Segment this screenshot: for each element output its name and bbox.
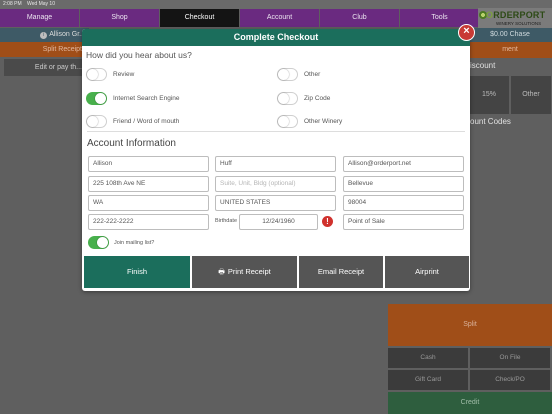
toggle-switch[interactable]: [86, 91, 107, 105]
on-file-button[interactable]: On File: [470, 348, 550, 368]
logo-tagline: WINERY SOLUTIONS: [496, 21, 542, 26]
option-label: Other: [304, 70, 321, 78]
close-icon[interactable]: ×: [458, 24, 475, 41]
option-label: Other Winery: [304, 117, 343, 125]
complete-checkout-dialog: Complete Checkout × How did you hear abo…: [82, 24, 475, 291]
source-field[interactable]: Point of Sale: [343, 214, 464, 230]
option-label: Friend / Word of mouth: [113, 117, 180, 125]
city-field[interactable]: Bellevue: [343, 176, 464, 192]
email-receipt-button[interactable]: Email Receipt: [299, 256, 383, 288]
edit-pay-button[interactable]: Edit or pay th...: [4, 59, 88, 76]
toggle-switch[interactable]: [277, 91, 298, 105]
finish-button[interactable]: Finish: [84, 256, 190, 288]
country-field[interactable]: UNITED STATES: [215, 195, 336, 211]
info-icon: i: [40, 32, 48, 39]
mailing-list-label: Join mailing list?: [114, 239, 155, 246]
address-field[interactable]: 225 108th Ave NE: [88, 176, 209, 192]
option-other[interactable]: Other: [277, 67, 320, 81]
section-divider: [87, 131, 465, 132]
print-receipt-label: Print Receipt: [227, 267, 271, 276]
nav-account[interactable]: Account: [240, 9, 319, 27]
warning-icon: !: [322, 216, 333, 227]
referral-question: How did you hear about us?: [86, 50, 192, 60]
option-internet-search[interactable]: Internet Search Engine: [86, 91, 180, 105]
option-label: Zip Code: [304, 94, 331, 102]
last-name-field[interactable]: Huff: [215, 156, 336, 172]
split-button[interactable]: Split: [388, 304, 552, 346]
discount-other-button[interactable]: Other: [511, 76, 551, 114]
account-information-heading: Account Information: [87, 138, 176, 149]
toggle-switch[interactable]: [277, 114, 298, 128]
toggle-switch[interactable]: [277, 67, 298, 81]
birthdate-field[interactable]: 12/24/1960: [239, 214, 318, 230]
print-receipt-button[interactable]: 🖶 Print Receipt: [192, 256, 297, 288]
option-label: Internet Search Engine: [113, 94, 180, 102]
credit-button[interactable]: Credit: [388, 392, 552, 414]
option-review[interactable]: Review: [86, 67, 134, 81]
toggle-switch[interactable]: [86, 67, 107, 81]
discount-heading: iscount: [470, 61, 496, 70]
mailing-list-option[interactable]: Join mailing list?: [88, 236, 154, 249]
dialog-title: Complete Checkout: [82, 29, 470, 46]
split-receipt-button[interactable]: Split Receipt: [0, 42, 88, 57]
nav-club[interactable]: Club: [320, 9, 399, 27]
birthdate-label: Birthdate: [215, 218, 238, 224]
logo-wordmark: ORDERPORT: [486, 10, 546, 20]
orderport-logo: ORDERPORT WINERY SOLUTIONS: [478, 8, 552, 30]
nav-manage[interactable]: Manage: [0, 9, 79, 27]
option-other-winery[interactable]: Other Winery: [277, 114, 342, 128]
option-label: Review: [113, 70, 135, 78]
printer-icon: 🖶: [218, 269, 225, 276]
option-friend[interactable]: Friend / Word of mouth: [86, 114, 179, 128]
state-field[interactable]: WA: [88, 195, 209, 211]
phone-field[interactable]: 222-222-2222: [88, 214, 209, 230]
airprint-button[interactable]: Airprint: [385, 256, 469, 288]
account-codes-heading: ount Codes: [470, 117, 511, 126]
gift-card-button[interactable]: Gift Card: [388, 370, 468, 390]
status-date: Wed May 10: [27, 1, 55, 7]
customer-bar[interactable]: i Allison Gr...: [0, 28, 89, 42]
status-bar: 2:08 PM Wed May 10: [0, 0, 552, 9]
payment-button[interactable]: ment: [468, 42, 552, 58]
toggle-switch[interactable]: [86, 114, 107, 128]
nav-checkout[interactable]: Checkout: [160, 9, 239, 27]
cash-button[interactable]: Cash: [388, 348, 468, 368]
status-time: 2:08 PM: [3, 1, 22, 7]
option-zip-code[interactable]: Zip Code: [277, 91, 330, 105]
check-po-button[interactable]: Check/PO: [470, 370, 550, 390]
payment-card-label: $0.00 Chase: [468, 28, 552, 42]
email-field[interactable]: Allison@orderport.net: [343, 156, 464, 172]
top-nav: Manage Shop Checkout Account Club Tools: [0, 9, 480, 27]
toggle-switch[interactable]: [88, 236, 109, 249]
action-bar: Finish 🖶 Print Receipt Email Receipt Airp…: [84, 256, 469, 288]
discount-15-button[interactable]: 15%: [469, 76, 509, 114]
suite-field[interactable]: Suite, Unit, Bldg (optional): [215, 176, 336, 192]
zip-field[interactable]: 98004: [343, 195, 464, 211]
first-name-field[interactable]: Allison: [88, 156, 209, 172]
nav-shop[interactable]: Shop: [80, 9, 159, 27]
